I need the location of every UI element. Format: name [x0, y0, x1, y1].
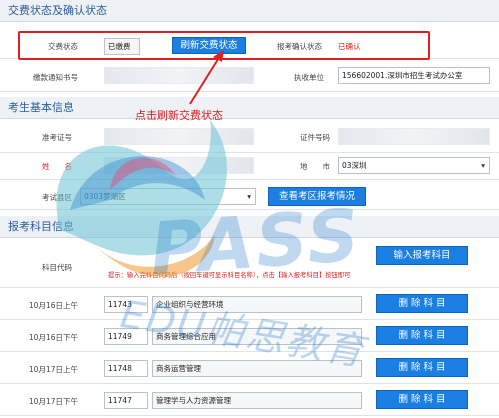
delete-subject-button[interactable]: 删 除 科 目	[376, 358, 468, 377]
subject-time: 10月17日上午	[28, 365, 78, 374]
delete-subject-button[interactable]: 删 除 科 目	[376, 326, 468, 345]
input-subject-button[interactable]: 输入报考科目	[376, 246, 468, 265]
code-label: 科目代码	[42, 263, 72, 272]
notice-no-label: 缴款通知书号	[33, 73, 78, 82]
district-label: 考试县区	[42, 193, 72, 202]
admission-label: 准考证号	[42, 133, 72, 142]
name-label: 姓 名	[42, 162, 72, 171]
subject-time: 10月16日下午	[28, 333, 78, 342]
subject-time: 10月17日下午	[28, 397, 78, 406]
subject-code-field[interactable]: 11748	[104, 360, 148, 377]
name-field	[104, 157, 254, 174]
city-label: 地 市	[300, 162, 330, 171]
delete-subject-button[interactable]: 删 除 科 目	[376, 294, 468, 313]
basic-section-title: 考生基本信息	[0, 97, 499, 119]
city-select[interactable]: 03深圳	[338, 157, 490, 174]
delete-subject-button[interactable]: 删 除 科 目	[376, 390, 468, 409]
watermark-brand: PASS	[147, 192, 364, 292]
admission-field	[104, 128, 254, 145]
subject-code-field[interactable]: 11747	[104, 392, 148, 409]
subject-name-field: 管理学与人力资源管理	[152, 392, 362, 409]
annotation-arrow-icon	[189, 50, 224, 105]
exec-unit-field: 156602001.深圳市招生考试办公室	[338, 67, 490, 84]
subject-time: 10月16日上午	[28, 301, 78, 310]
fee-section-title: 交费状态及确认状态	[0, 0, 499, 22]
id-field	[338, 128, 490, 145]
exec-unit-label: 执收单位	[294, 73, 324, 82]
id-label: 证件号码	[300, 133, 330, 142]
annotation-text: 点击刷新交费状态	[135, 109, 223, 122]
